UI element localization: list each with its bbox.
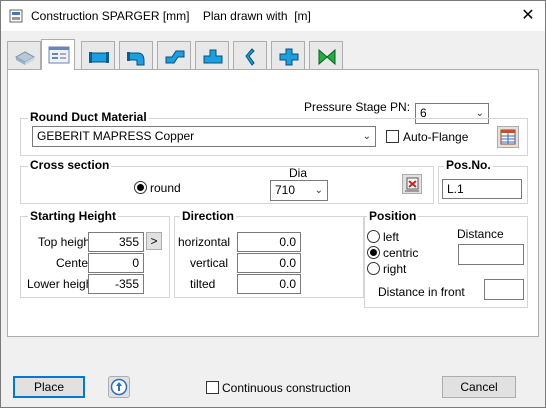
tab-bend-duct[interactable]	[119, 41, 153, 69]
pos-no-input[interactable]: L.1	[442, 179, 522, 199]
duct-3d-icon	[14, 51, 36, 65]
horizontal-label: horizontal	[178, 235, 231, 249]
pos-no-group-label: Pos.No.	[444, 158, 493, 172]
info-circle-icon	[110, 378, 128, 396]
reducer-duct-icon	[245, 48, 255, 66]
pressure-stage-label: Pressure Stage PN:	[304, 100, 411, 114]
top-height-label: Top height	[38, 235, 94, 249]
tab-offset-duct[interactable]	[157, 41, 191, 69]
round-label: round	[150, 181, 181, 195]
material-value: GEBERIT MAPRESS Copper	[37, 129, 195, 143]
tab-reducer-duct[interactable]	[233, 41, 267, 69]
dia-value: 710	[275, 183, 296, 197]
window-title: Construction SPARGER [mm] Plan drawn wit…	[31, 9, 311, 23]
direction-group-label: Direction	[180, 209, 237, 223]
bend-duct-icon	[127, 52, 145, 66]
material-select[interactable]: GEBERIT MAPRESS Copper ⌄	[32, 126, 376, 147]
starting-height-group-label: Starting Height	[28, 209, 118, 223]
cross-section-group-label: Cross section	[28, 158, 112, 172]
horizontal-input[interactable]: 0.0	[237, 232, 301, 252]
offset-duct-icon	[165, 50, 185, 64]
chevron-down-icon: ⌄	[362, 131, 371, 142]
position-left-radio[interactable]	[367, 230, 380, 243]
table-icon	[500, 129, 516, 145]
position-group-label: Position	[367, 209, 419, 223]
tab-3d-view[interactable]	[7, 41, 41, 69]
vertical-label: vertical	[190, 256, 229, 270]
top-height-arrow-button[interactable]: >	[146, 232, 162, 250]
tab-cross-duct[interactable]	[271, 41, 305, 69]
vertical-input[interactable]: 0.0	[237, 253, 301, 273]
position-left-label: left	[383, 230, 400, 244]
tab-valve[interactable]	[309, 41, 343, 69]
place-button[interactable]: Place	[13, 376, 85, 398]
material-group-label: Round Duct Material	[28, 110, 149, 124]
tilted-input[interactable]: 0.0	[237, 274, 301, 294]
position-right-radio[interactable]	[367, 262, 380, 275]
top-height-input[interactable]: 355	[88, 232, 144, 252]
cancel-button[interactable]: Cancel	[442, 376, 516, 398]
tab-straight-duct[interactable]	[81, 41, 115, 69]
position-centric-label: centric	[383, 246, 419, 260]
valve-icon	[318, 48, 336, 66]
auto-flange-label: Auto-Flange	[403, 130, 469, 144]
form-list-icon	[48, 46, 70, 64]
info-button[interactable]	[108, 376, 130, 398]
close-button[interactable]: ✕	[517, 6, 539, 26]
tab-properties[interactable]	[41, 39, 75, 70]
title-bar: Construction SPARGER [mm] Plan drawn wit…	[1, 1, 545, 31]
tilted-label: tilted	[190, 277, 216, 291]
dia-label: Dia	[289, 166, 308, 180]
dia-select[interactable]: 710 ⌄	[270, 180, 328, 201]
continuous-construction-label: Continuous construction	[222, 381, 351, 395]
lower-height-label: Lower height	[27, 277, 96, 291]
lower-height-input[interactable]: -355	[88, 274, 144, 294]
continuous-construction-checkbox[interactable]	[206, 381, 219, 394]
position-right-label: right	[383, 262, 407, 276]
chevron-down-icon: ⌄	[314, 185, 323, 196]
cross-section-pick-button[interactable]	[402, 174, 422, 194]
position-centric-radio[interactable]	[367, 246, 380, 259]
cross-duct-icon	[279, 48, 299, 66]
auto-flange-checkbox[interactable]	[386, 130, 399, 143]
distance-front-input[interactable]	[484, 279, 524, 300]
tab-tee-duct[interactable]	[195, 41, 229, 69]
construction-dialog: Construction SPARGER [mm] Plan drawn wit…	[0, 0, 546, 408]
properties-panel: Pressure Stage PN: 6 ⌄ Round Duct Materi…	[7, 69, 539, 337]
tee-duct-icon	[203, 49, 223, 64]
straight-duct-icon	[89, 52, 109, 63]
app-icon	[9, 9, 23, 23]
distance-label: Distance	[457, 227, 504, 241]
distance-front-label: Distance in front	[378, 285, 465, 299]
distance-input[interactable]	[458, 244, 524, 265]
round-radio[interactable]	[134, 181, 147, 194]
center-input[interactable]: 0	[88, 253, 144, 273]
center-label: Center	[56, 256, 93, 270]
material-table-button[interactable]	[497, 126, 519, 148]
pick-delete-icon	[405, 177, 419, 192]
